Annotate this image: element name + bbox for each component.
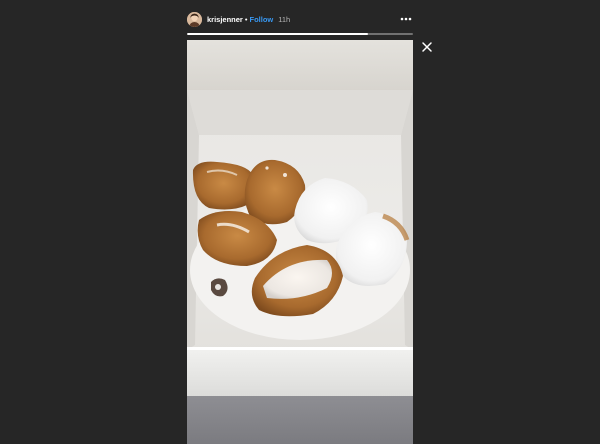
story-image[interactable] xyxy=(187,40,413,444)
follow-button[interactable]: Follow xyxy=(250,15,274,24)
story-viewer: krisjenner • Follow 11h xyxy=(0,0,600,444)
separator-dot: • xyxy=(244,14,248,24)
more-options-button[interactable] xyxy=(399,13,413,25)
story-progress-fill xyxy=(187,33,368,35)
story-header: krisjenner • Follow 11h xyxy=(187,10,413,28)
avatar[interactable] xyxy=(187,11,202,27)
beignets-photo xyxy=(187,40,413,444)
avatar-image xyxy=(187,11,202,27)
timestamp: 11h xyxy=(278,14,291,24)
close-button[interactable] xyxy=(421,40,433,52)
username[interactable]: krisjenner xyxy=(207,15,243,24)
story-progress-bar xyxy=(187,33,413,35)
more-horizontal-icon xyxy=(400,17,412,21)
close-icon xyxy=(422,42,432,52)
